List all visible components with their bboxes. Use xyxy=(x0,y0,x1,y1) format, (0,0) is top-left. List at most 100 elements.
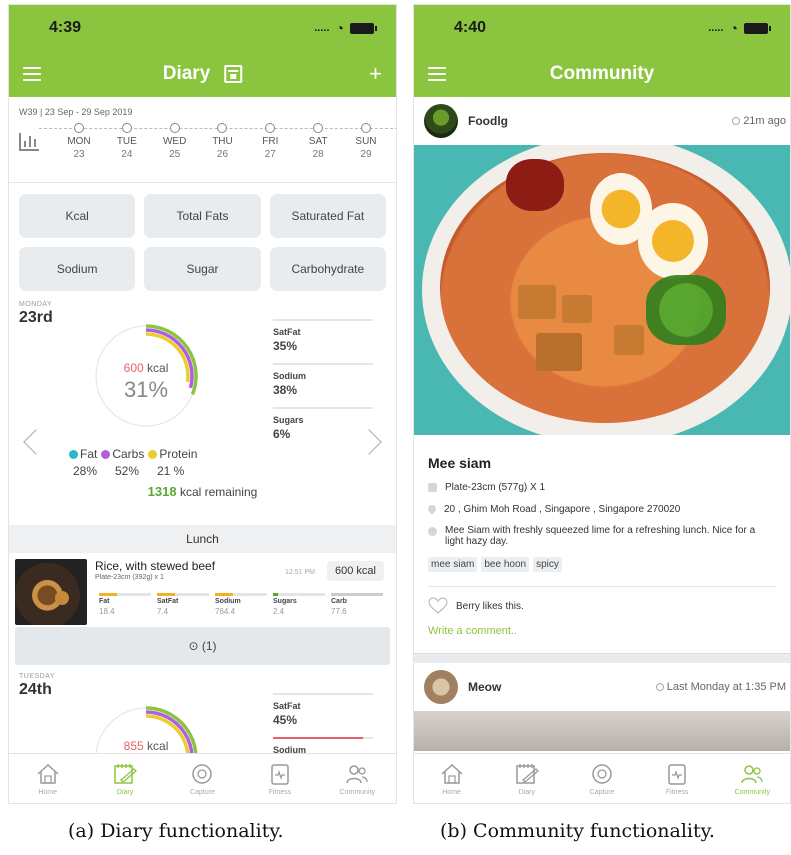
macro-percentages: 28% 52% 21 % xyxy=(73,464,199,478)
nutrient-fill xyxy=(99,593,118,596)
menu-icon[interactable] xyxy=(428,67,446,81)
day-name: SUN xyxy=(355,136,377,147)
tofu-shape xyxy=(614,325,644,355)
day-tue[interactable]: TUE 24 xyxy=(107,123,147,160)
avatar[interactable] xyxy=(424,670,458,704)
nutrient-value: 77.6 xyxy=(331,607,347,616)
status-time: 4:39 xyxy=(49,19,82,36)
post-header: Foodlg 21m ago xyxy=(414,97,790,145)
egg-shape xyxy=(638,203,708,279)
post-location-text: 20 , Ghim Moh Road , Singapore , Singapo… xyxy=(444,504,681,515)
week-label: W39 | 23 Sep - 29 Sep 2019 xyxy=(19,107,133,117)
tab-diary[interactable]: Diary xyxy=(86,754,163,803)
day-mon[interactable]: MON 23 xyxy=(59,123,99,160)
tab-capture[interactable]: Capture xyxy=(164,754,241,803)
day-sat[interactable]: SAT 28 xyxy=(298,123,338,160)
bar-name: SatFat xyxy=(273,701,301,711)
tab-home[interactable]: Home xyxy=(9,754,86,803)
expand-count: (1) xyxy=(201,639,217,653)
tab-label: Community xyxy=(339,788,375,796)
chip-saturated-fat[interactable]: Saturated Fat xyxy=(269,194,386,238)
day-sun[interactable]: SUN 29 xyxy=(346,123,386,160)
kcal2-value: 855 xyxy=(123,739,144,753)
kcal-remaining: 1318 kcal remaining xyxy=(9,484,396,499)
nutrient-track xyxy=(215,593,267,596)
write-comment-link[interactable]: Write a comment.. xyxy=(414,615,790,637)
legend-swatch-icon xyxy=(148,449,158,459)
meal-nutrient-sodium: Sodium 764.4 xyxy=(215,593,267,616)
prev-day-arrow-icon[interactable] xyxy=(23,429,49,455)
nutrient-track xyxy=(99,593,151,596)
tab-diary[interactable]: Diary xyxy=(489,754,564,803)
tab-community[interactable]: Community xyxy=(319,754,396,803)
post-separator xyxy=(414,653,790,663)
chip-sugar[interactable]: Sugar xyxy=(144,247,261,291)
community-screen: 4:40 ..... ◔ Community Foodlg 21m ago Me… xyxy=(413,4,791,804)
kcal2-unit: kcal xyxy=(147,739,169,753)
nutrient-value: 2.4 xyxy=(273,607,285,616)
bar-track xyxy=(273,363,373,365)
day-fri[interactable]: FRI 27 xyxy=(250,123,290,160)
week-strip: W39 | 23 Sep - 29 Sep 2019 MON 23 TUE 24 WED… xyxy=(9,97,396,183)
battery-icon xyxy=(744,22,771,34)
tab-label: Capture xyxy=(190,788,215,796)
community-icon xyxy=(739,762,765,786)
tab-community[interactable]: Community xyxy=(715,754,790,803)
day-wed[interactable]: WED 25 xyxy=(155,123,195,160)
bar-track xyxy=(273,737,373,739)
community-navbar: Community xyxy=(414,51,790,97)
nutrient-fill xyxy=(157,593,176,596)
tab-fitness[interactable]: Fitness xyxy=(640,754,715,803)
chip-sodium[interactable]: Sodium xyxy=(19,247,136,291)
kcal-ring: 600 kcal 31% xyxy=(93,323,199,429)
day-dot-icon xyxy=(74,123,84,133)
nutrient-fill xyxy=(215,593,234,596)
bar-fill xyxy=(273,407,279,409)
day-date: 26 xyxy=(216,149,229,160)
tag-chip[interactable]: mee siam xyxy=(428,557,478,572)
legend-label: Protein xyxy=(159,447,198,461)
tag-chip[interactable]: bee hoon xyxy=(481,557,530,572)
legend-carbs: Carbs xyxy=(101,447,144,461)
day-weekday: MONDAY xyxy=(19,301,53,308)
day-dot-icon xyxy=(217,123,228,133)
meal-entry[interactable]: Rice, with stewed beef Plate-23cm (392g)… xyxy=(9,553,396,629)
tab-fitness[interactable]: Fitness xyxy=(241,754,318,803)
likes-text: Berry likes this. xyxy=(456,600,524,612)
status-indicators: ..... ◔ xyxy=(314,20,377,36)
day-thu[interactable]: THU 26 xyxy=(202,123,242,160)
day-name: WED xyxy=(162,136,187,147)
tab-label: Diary xyxy=(518,788,535,796)
post-title: Mee siam xyxy=(428,455,492,471)
heart-icon[interactable] xyxy=(428,597,448,615)
tab-home[interactable]: Home xyxy=(414,754,489,803)
nutrient-name: Sodium xyxy=(215,598,241,605)
day-dot-icon xyxy=(121,123,132,133)
day2-weekday: TUESDAY xyxy=(19,673,56,680)
calendar-icon[interactable] xyxy=(224,65,243,83)
chip-carbohydrate[interactable]: Carbohydrate xyxy=(269,247,386,291)
meal-nutrient-satfat: SatFat 7.4 xyxy=(157,593,209,616)
day-dot-icon xyxy=(265,123,276,133)
expand-meals-button[interactable]: ⊙ (1) xyxy=(15,627,390,665)
post-photo-2[interactable] xyxy=(414,711,790,751)
post-username[interactable]: Foodlg xyxy=(468,114,508,128)
post-header-2: Meow Last Monday at 1:35 PM xyxy=(414,663,790,711)
menu-icon[interactable] xyxy=(23,67,41,81)
meal-photo xyxy=(15,559,87,625)
nutrient-track xyxy=(273,593,325,596)
post-username[interactable]: Meow xyxy=(468,680,501,694)
post-photo[interactable] xyxy=(414,145,790,435)
stats-chart-icon[interactable] xyxy=(19,133,39,151)
add-entry-button[interactable]: + xyxy=(369,61,382,87)
post-portion-text: Plate-23cm (577g) X 1 xyxy=(445,482,546,493)
avatar[interactable] xyxy=(424,104,458,138)
wifi-icon: ◔ xyxy=(335,20,344,36)
tab-capture[interactable]: Capture xyxy=(564,754,639,803)
tag-chip[interactable]: spicy xyxy=(533,557,562,572)
nutrient-name: SatFat xyxy=(157,598,179,605)
chip-kcal[interactable]: Kcal xyxy=(19,194,136,238)
tab-label: Home xyxy=(442,788,461,796)
chip-total-fats[interactable]: Total Fats xyxy=(144,194,261,238)
day-date: 29 xyxy=(360,149,372,160)
